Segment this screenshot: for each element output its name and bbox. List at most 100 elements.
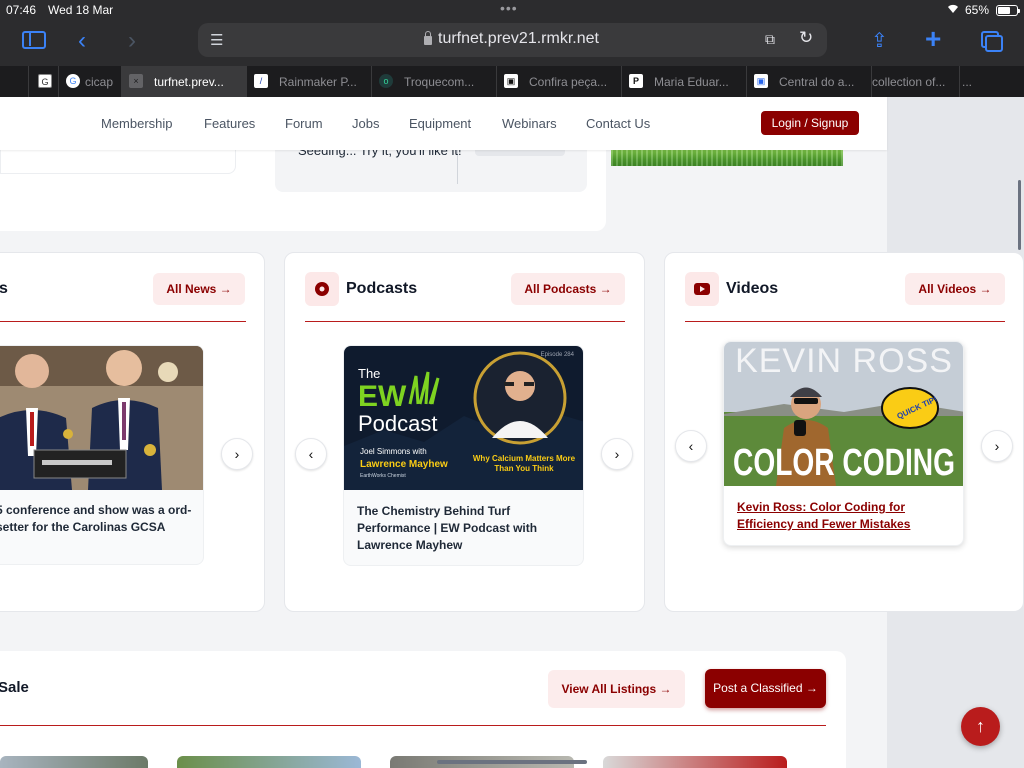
back-icon[interactable]: ‹ [78, 27, 86, 55]
rainmaker-favicon-icon: / [254, 74, 268, 88]
next-arrow-icon[interactable]: › [981, 430, 1013, 462]
cover-tagline: Why Calcium Matters More Than You Think [472, 454, 576, 473]
home-indicator[interactable] [437, 760, 587, 764]
tab-label: Central do a... [779, 75, 855, 89]
new-tab-icon[interactable]: + [925, 23, 941, 55]
classifieds-section: Sale View All Listings → Post a Classifi… [0, 651, 846, 768]
video-thumbnail[interactable]: KEVIN ROSS QUICK TIP! COLOR CODING [724, 342, 963, 486]
troque-favicon-icon: o [379, 74, 393, 88]
podcast-item-card[interactable]: Episode 284 The EW Podcast Joel Simmons … [343, 345, 584, 566]
g-favicon-icon: G [38, 74, 52, 88]
browser-tab[interactable]: G cicap [58, 66, 121, 97]
extension-icon[interactable]: ⧉ [765, 31, 775, 48]
next-arrow-icon[interactable]: › [601, 438, 633, 470]
listing-thumbnail[interactable] [177, 756, 361, 768]
page-menu-icon[interactable]: ☰ [210, 31, 223, 49]
video-caption-link[interactable]: Kevin Ross: Color Coding for Efficiency … [737, 499, 947, 533]
podcast-image[interactable]: Episode 284 The EW Podcast Joel Simmons … [344, 346, 583, 490]
browser-tab[interactable]: P Maria Eduar... [621, 66, 746, 97]
video-cover: KEVIN ROSS QUICK TIP! COLOR CODING [724, 342, 963, 486]
podcast-icon [305, 272, 339, 306]
browser-tab[interactable]: / Rainmaker P... [246, 66, 371, 97]
videos-section: Videos All Videos → KEVIN ROSS QUICK TIP… [664, 252, 1024, 612]
tab-overview-icon[interactable] [981, 31, 1003, 52]
address-bar[interactable]: ☰ turfnet.prev21.rmkr.net ⧉ ↻ [198, 23, 827, 57]
nav-forum[interactable]: Forum [285, 116, 323, 131]
prev-arrow-icon[interactable]: ‹ [295, 438, 327, 470]
cover-guest: Lawrence Mayhew [360, 459, 448, 470]
featured-card: Seeding... Try it, you'll like it! [0, 143, 606, 231]
video-name-text: KEVIN ROSS [735, 342, 953, 380]
browser-tab[interactable]: ▣ Central do a... [746, 66, 871, 97]
web-page: Seeding... Try it, you'll like it! Membe… [0, 97, 1024, 768]
tab-label: Rainmaker P... [279, 75, 357, 89]
browser-tab[interactable]: G [28, 66, 58, 97]
nav-equipment[interactable]: Equipment [409, 116, 471, 131]
status-bar: 07:46 Wed 18 Mar ••• 65% [0, 0, 1024, 20]
tab-strip: G G cicap × turfnet.prev... / Rainmaker … [0, 66, 1024, 97]
scroll-to-top-button[interactable]: ↑ [961, 707, 1000, 746]
next-arrow-icon[interactable]: › [221, 438, 253, 470]
tab-label: collection of... [872, 75, 946, 89]
podcast-cover: Episode 284 The EW Podcast Joel Simmons … [344, 346, 583, 490]
section-divider [685, 321, 1005, 322]
close-tab-icon[interactable]: × [129, 74, 143, 88]
browser-tab-active[interactable]: × turfnet.prev... [121, 66, 246, 97]
cover-podcast: Podcast [358, 411, 438, 436]
battery-percent: 65% [965, 3, 990, 17]
section-divider [305, 321, 625, 322]
status-time: 07:46 [6, 3, 37, 17]
news-item-card[interactable]: 5 conference and show was a ord-setter f… [0, 345, 204, 565]
news-section: s All News → 5 conference and show was a… [0, 252, 265, 612]
all-podcasts-button[interactable]: All Podcasts → [511, 273, 625, 305]
section-divider [0, 725, 826, 726]
news-image[interactable] [0, 346, 203, 490]
browser-tab[interactable]: collection of... [871, 66, 959, 97]
nav-webinars[interactable]: Webinars [502, 116, 557, 131]
page-scrollbar[interactable] [1018, 180, 1021, 250]
news-caption[interactable]: 5 conference and show was a ord-setter f… [0, 502, 201, 536]
browser-tab[interactable]: ... [959, 66, 1024, 97]
wifi-icon [946, 2, 960, 17]
all-news-button[interactable]: All News → [153, 273, 245, 305]
featured-item[interactable] [0, 150, 236, 174]
video-icon [685, 272, 719, 306]
award-photo [0, 346, 203, 490]
multitask-dots-icon[interactable]: ••• [500, 0, 518, 16]
nav-jobs[interactable]: Jobs [352, 116, 379, 131]
all-videos-button[interactable]: All Videos → [905, 273, 1005, 305]
tab-label: Maria Eduar... [654, 75, 729, 89]
post-classified-button[interactable]: Post a Classified → [705, 669, 826, 708]
nav-contact-us[interactable]: Contact Us [586, 116, 650, 131]
tab-label: ... [962, 75, 973, 89]
lock-icon [424, 31, 432, 45]
url-text[interactable]: turfnet.prev21.rmkr.net [438, 30, 599, 48]
reload-icon[interactable]: ↻ [799, 28, 813, 48]
nav-membership[interactable]: Membership [101, 116, 173, 131]
video-item-card[interactable]: KEVIN ROSS QUICK TIP! COLOR CODING Kevin… [723, 341, 964, 546]
prev-arrow-icon[interactable]: ‹ [675, 430, 707, 462]
browser-tab[interactable]: o Troquecom... [371, 66, 496, 97]
browser-tab[interactable]: ▣ Confira peça... [496, 66, 621, 97]
cover-the: The [358, 366, 380, 381]
videos-title: Videos [726, 280, 779, 297]
nav-features[interactable]: Features [204, 116, 255, 131]
listing-thumbnail[interactable] [0, 756, 148, 768]
listing-thumbnail[interactable] [603, 756, 787, 768]
podcast-caption[interactable]: The Chemistry Behind Turf Performance | … [357, 503, 557, 554]
share-icon[interactable]: ⇪ [871, 28, 888, 53]
featured-button[interactable] [475, 150, 565, 156]
tab-label: cicap [85, 75, 114, 89]
news-title: s [0, 280, 8, 297]
cover-company: EarthWorks Chemist [360, 473, 406, 479]
login-signup-button[interactable]: Login / Signup [761, 111, 859, 135]
classifieds-title: Sale [0, 679, 29, 696]
tab-label: Troquecom... [404, 75, 475, 89]
browser-chrome: 07:46 Wed 18 Mar ••• 65% ‹ › ☰ turfnet.p… [0, 0, 1024, 97]
forward-icon[interactable]: › [128, 27, 136, 55]
browser-tab[interactable] [0, 66, 28, 97]
sidebar-toggle-icon[interactable] [22, 31, 46, 49]
episode-label: Episode 284 [541, 352, 575, 358]
cover-ew: EW [358, 380, 407, 413]
view-all-listings-button[interactable]: View All Listings → [548, 670, 685, 708]
